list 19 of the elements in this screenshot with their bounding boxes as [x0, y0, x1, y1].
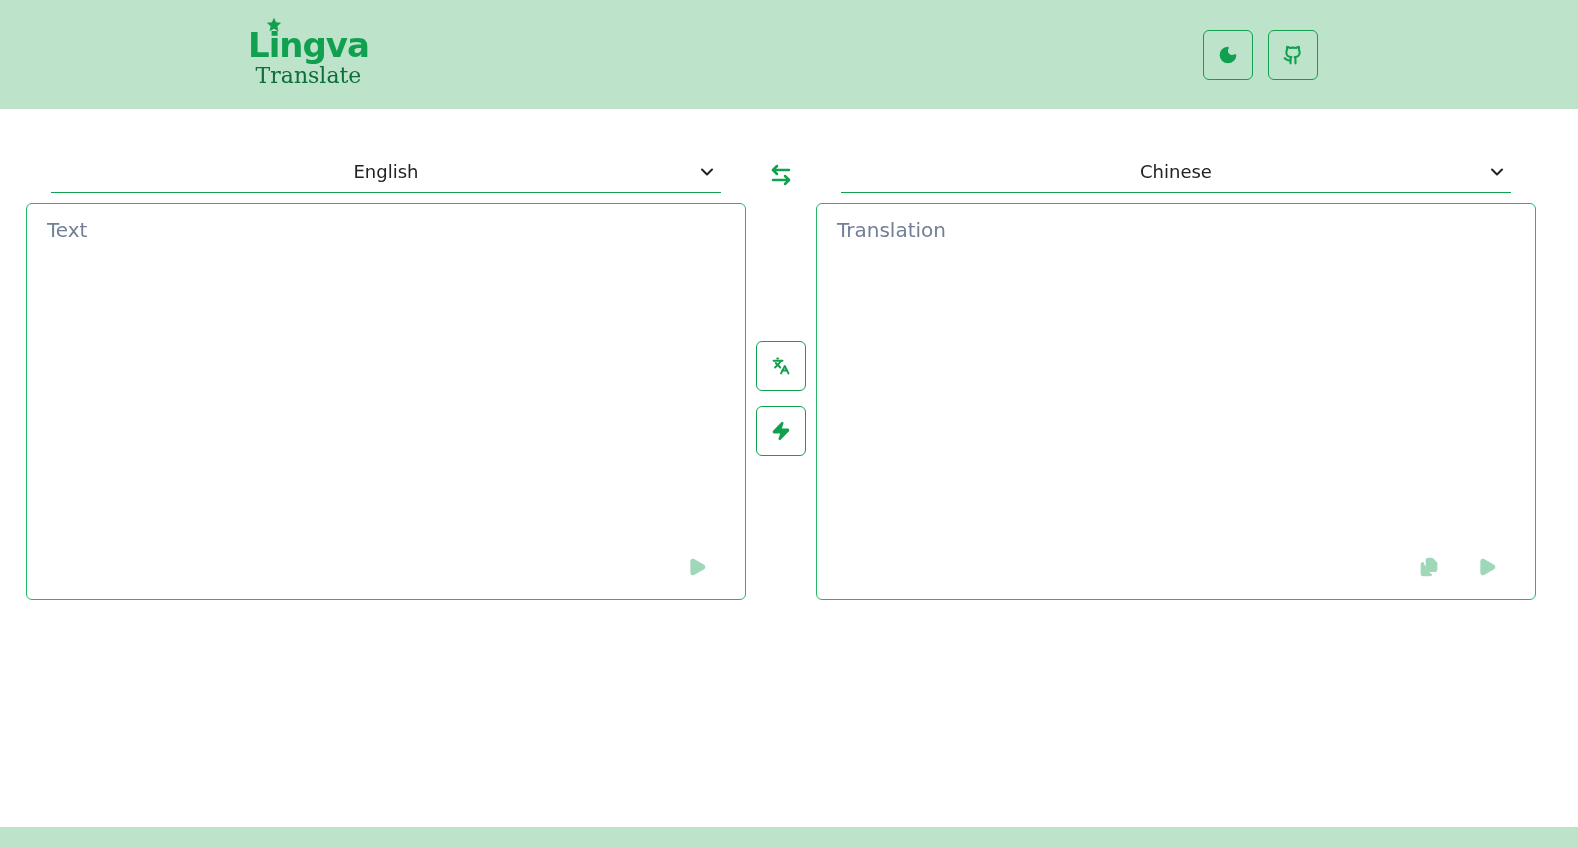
github-icon	[1283, 44, 1303, 65]
copy-icon	[1419, 557, 1439, 577]
star-icon	[266, 16, 282, 33]
moon-icon	[1218, 44, 1238, 65]
dark-mode-button[interactable]	[1203, 29, 1253, 80]
logo-title: Lingva	[248, 26, 369, 63]
target-language-select[interactable]: Chinese	[841, 151, 1511, 193]
swap-arrows-icon	[769, 163, 793, 187]
source-language-select[interactable]: English	[51, 151, 721, 193]
github-button[interactable]	[1268, 29, 1318, 80]
play-icon	[1477, 557, 1497, 577]
text-input[interactable]: Text	[27, 204, 745, 599]
translate-button[interactable]	[756, 341, 806, 391]
translate-icon	[772, 357, 790, 375]
chevron-down-icon	[701, 167, 713, 176]
chevron-down-icon	[1491, 167, 1503, 176]
lightning-icon	[771, 421, 791, 441]
play-icon	[687, 557, 707, 577]
auto-translate-button[interactable]	[756, 406, 806, 456]
